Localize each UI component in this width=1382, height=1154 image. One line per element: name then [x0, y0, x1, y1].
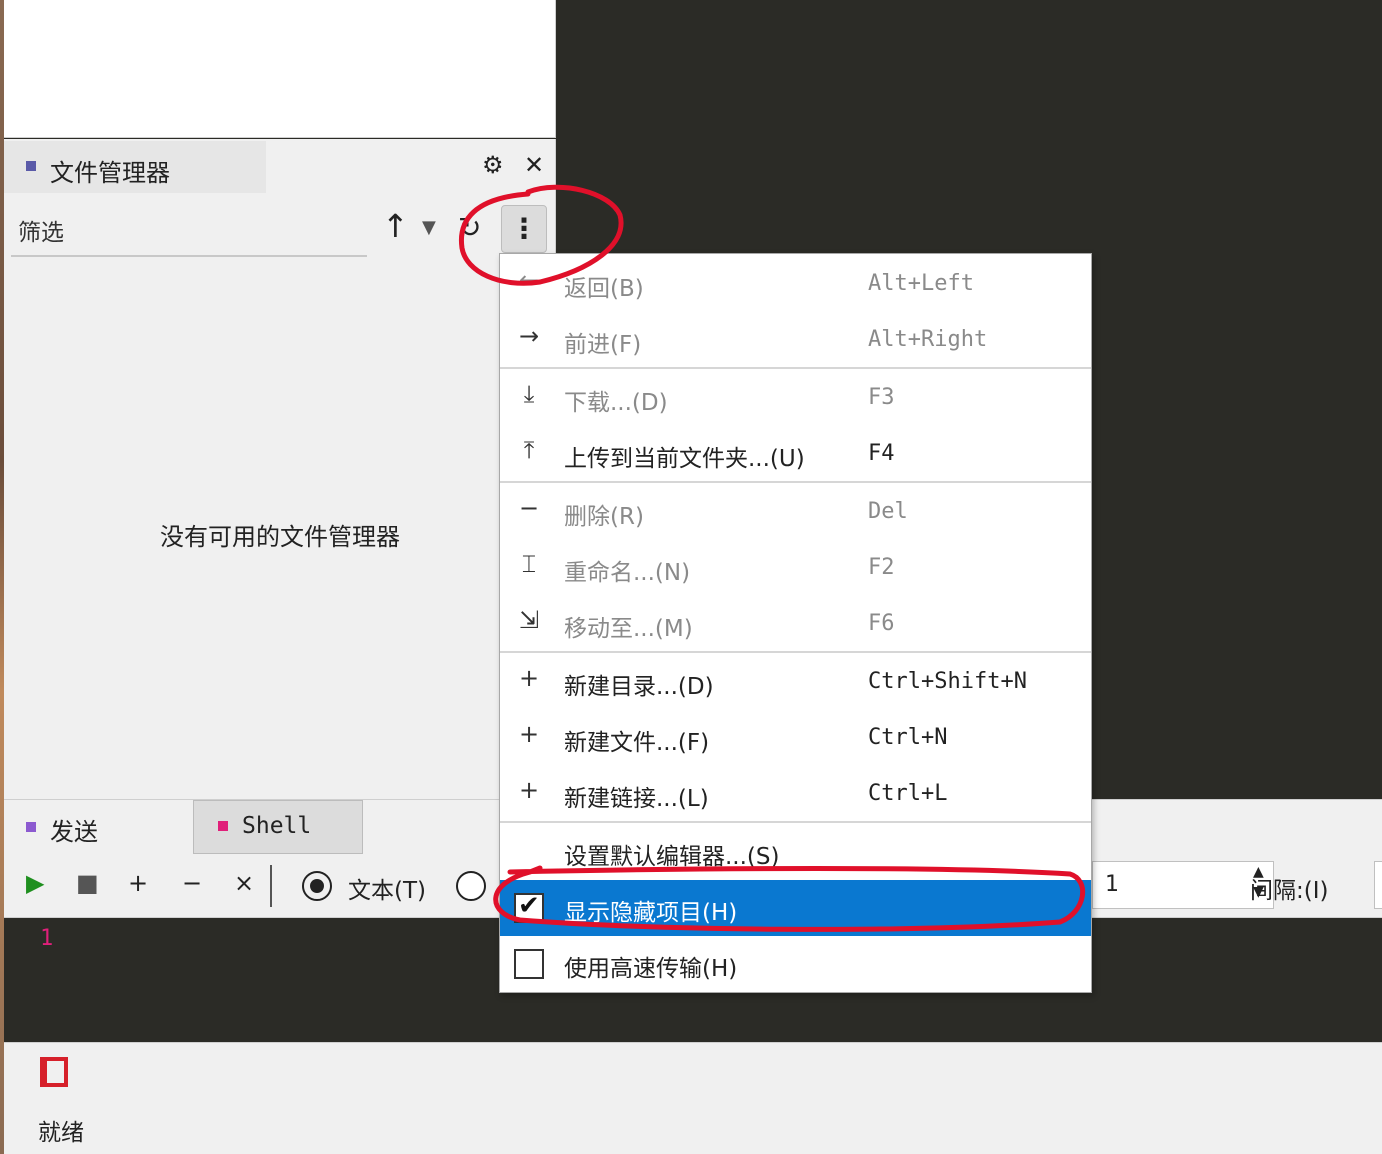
- menu-separator: [500, 481, 1091, 483]
- refresh-icon[interactable]: ↻: [458, 211, 481, 244]
- tab-file-manager[interactable]: 文件管理器: [4, 141, 266, 193]
- clear-icon[interactable]: ×: [234, 869, 254, 897]
- app-logo-icon: [40, 1057, 68, 1087]
- menu-item-new-file[interactable]: + 新建文件...(F) Ctrl+N: [500, 710, 1091, 766]
- tab-shell-label: Shell: [242, 813, 312, 839]
- back-arrow-icon: ←: [518, 266, 540, 294]
- tab-send-label: 发送: [50, 818, 98, 846]
- menu-item-label: 使用高速传输(H): [564, 956, 738, 982]
- menu-item-label: 显示隐藏项目(H): [564, 900, 738, 926]
- close-icon[interactable]: ✕: [524, 151, 544, 179]
- dropdown-arrow-icon[interactable]: ▼: [422, 217, 436, 238]
- menu-item-move[interactable]: ⇲ 移动至...(M) F6: [500, 596, 1091, 652]
- more-options-button[interactable]: ⋮: [501, 205, 547, 253]
- menu-item-shortcut: Alt+Left: [868, 271, 974, 296]
- empty-state-text: 没有可用的文件管理器: [160, 523, 400, 551]
- menu-item-show-hidden[interactable]: 显示隐藏项目(H): [500, 880, 1091, 936]
- menu-item-high-speed-transfer[interactable]: 使用高速传输(H): [500, 936, 1091, 992]
- menu-separator: [500, 367, 1091, 369]
- count-spinbox[interactable]: 1 ▲ ▼: [1092, 861, 1274, 909]
- tab-shell[interactable]: Shell: [193, 800, 363, 854]
- menu-item-default-editor[interactable]: 设置默认编辑器...(S): [500, 824, 1091, 880]
- menu-item-label: 新建链接...(L): [564, 786, 709, 812]
- menu-item-shortcut: Ctrl+L: [868, 781, 948, 806]
- count-value: 1: [1105, 872, 1119, 897]
- menu-item-label: 上传到当前文件夹...(U): [564, 446, 805, 472]
- play-icon[interactable]: ▶: [26, 869, 44, 897]
- menu-item-shortcut: Ctrl+N: [868, 725, 948, 750]
- menu-item-new-directory[interactable]: + 新建目录...(D) Ctrl+Shift+N: [500, 654, 1091, 710]
- menu-item-shortcut: Alt+Right: [868, 327, 988, 352]
- status-bar: 就绪: [4, 1042, 1382, 1154]
- interval-label: 间隔:(I): [1250, 878, 1329, 904]
- menu-item-shortcut: F3: [868, 385, 895, 410]
- text-mode-label: 文本(T): [348, 878, 426, 904]
- move-icon: ⇲: [518, 606, 540, 634]
- interval-input[interactable]: [1374, 861, 1382, 909]
- tab-send[interactable]: 发送: [4, 800, 192, 856]
- upload-icon: ⤒: [523, 436, 535, 464]
- up-arrow-icon[interactable]: ↑: [382, 207, 409, 245]
- menu-item-label: 新建目录...(D): [564, 674, 714, 700]
- menu-item-label: 前进(F): [564, 332, 642, 358]
- menu-item-shortcut: F6: [868, 611, 895, 636]
- menu-item-shortcut: F4: [868, 441, 895, 466]
- menu-item-new-link[interactable]: + 新建链接...(L) Ctrl+L: [500, 766, 1091, 822]
- menu-item-download[interactable]: ⤓ 下载...(D) F3: [500, 370, 1091, 426]
- menu-item-back[interactable]: ← 返回(B) Alt+Left: [500, 256, 1091, 312]
- plus-icon: +: [518, 776, 540, 804]
- minus-icon: −: [518, 494, 540, 522]
- tab-color-marker: [26, 822, 36, 832]
- menu-item-shortcut: F2: [868, 555, 895, 580]
- checkbox-unchecked-icon[interactable]: [514, 949, 544, 979]
- tab-color-marker: [26, 161, 36, 171]
- menu-item-upload[interactable]: ⤒ 上传到当前文件夹...(U) F4: [500, 426, 1091, 482]
- stop-icon[interactable]: ■: [76, 869, 99, 897]
- forward-arrow-icon: →: [518, 322, 540, 350]
- plus-icon: +: [518, 664, 540, 692]
- filter-underline: [11, 255, 367, 257]
- gear-icon[interactable]: ⚙: [482, 151, 504, 179]
- menu-item-shortcut: Ctrl+Shift+N: [868, 669, 1027, 694]
- plus-icon[interactable]: +: [128, 869, 148, 897]
- menu-separator: [500, 651, 1091, 653]
- menu-item-label: 重命名...(N): [564, 560, 691, 586]
- other-mode-radio[interactable]: [456, 871, 486, 901]
- menu-item-label: 删除(R): [564, 504, 644, 530]
- tab-file-manager-label: 文件管理器: [50, 159, 170, 187]
- rename-icon: ⌶: [521, 550, 537, 578]
- menu-item-label: 下载...(D): [564, 390, 668, 416]
- menu-item-rename[interactable]: ⌶ 重命名...(N) F2: [500, 540, 1091, 596]
- menu-item-label: 移动至...(M): [564, 616, 693, 642]
- filter-input[interactable]: 筛选: [18, 213, 64, 247]
- text-mode-radio[interactable]: [302, 871, 332, 901]
- line-number: 1: [40, 926, 54, 951]
- file-manager-panel: 文件管理器 ⚙ ✕ 筛选 ↑ ▼ ↻ ⋮ 没有可用的文件管理器: [4, 139, 556, 799]
- download-icon: ⤓: [523, 380, 535, 408]
- menu-item-label: 返回(B): [564, 276, 644, 302]
- plus-icon: +: [518, 720, 540, 748]
- toolbar-divider: [270, 865, 272, 907]
- menu-item-delete[interactable]: − 删除(R) Del: [500, 484, 1091, 540]
- menu-item-label: 新建文件...(F): [564, 730, 710, 756]
- status-text: 就绪: [38, 1120, 84, 1146]
- context-menu: ← 返回(B) Alt+Left → 前进(F) Alt+Right ⤓ 下载.…: [499, 253, 1092, 993]
- menu-item-shortcut: Del: [868, 499, 908, 524]
- menu-separator: [500, 821, 1091, 823]
- minus-icon[interactable]: −: [182, 869, 202, 897]
- menu-item-label: 设置默认编辑器...(S): [564, 844, 780, 870]
- menu-item-forward[interactable]: → 前进(F) Alt+Right: [500, 312, 1091, 368]
- tab-color-marker: [218, 821, 228, 831]
- checkbox-checked-icon[interactable]: [514, 891, 544, 923]
- top-panel: [4, 0, 556, 138]
